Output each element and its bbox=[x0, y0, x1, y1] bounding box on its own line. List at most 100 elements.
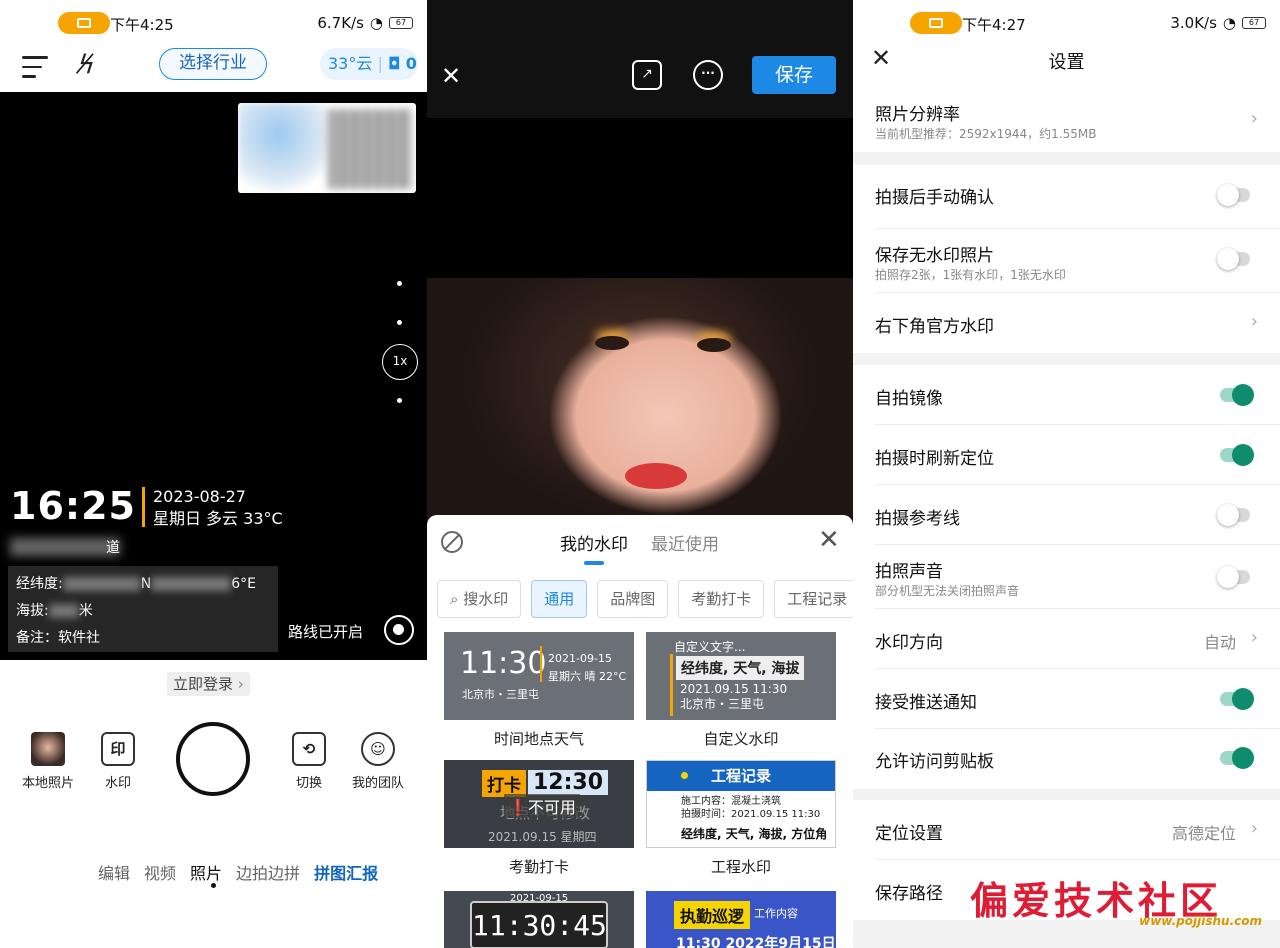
toggle-switch[interactable] bbox=[1217, 248, 1250, 270]
no-watermark-icon[interactable] bbox=[441, 531, 463, 553]
mode-video[interactable]: 视频 bbox=[144, 860, 176, 884]
note-text: 备注：软件社 bbox=[16, 630, 100, 646]
chip-general[interactable]: 通用 bbox=[531, 580, 588, 618]
address-suffix: 道 bbox=[106, 540, 120, 556]
close-sheet-icon[interactable]: ✕ bbox=[818, 525, 840, 555]
camera-screen: 下午4:25 6.7K/s ◔ 67 ϟ̸ 选择行业 33°云 | ◘ 0 1x… bbox=[0, 0, 427, 948]
latlng-suffix: 6°E bbox=[231, 576, 256, 592]
card-caption: 时间地点天气 bbox=[493, 730, 584, 748]
unavailable-badge: ❗不可用 bbox=[504, 794, 580, 818]
setting-photo-resolution[interactable]: 照片分辨率 当前机型推荐：2592x1944，约1.55MB › bbox=[853, 88, 1280, 152]
weather-chip[interactable]: 33°云 | ◘ 0 bbox=[320, 48, 418, 80]
battery-icon: 67 bbox=[1242, 17, 1266, 29]
page-title: 设置 bbox=[1048, 52, 1085, 73]
local-photos-button[interactable]: 本地照片 bbox=[13, 732, 83, 791]
setting-grid-lines[interactable]: 拍摄参考线 bbox=[853, 485, 1280, 545]
camera-count-icon: ◘ bbox=[387, 54, 401, 73]
photo-thumbnail bbox=[31, 732, 65, 766]
zoom-button[interactable]: 1x bbox=[382, 344, 418, 380]
tab-indicator bbox=[584, 561, 604, 565]
camera-indicator-icon bbox=[910, 12, 962, 34]
watermark-card[interactable]: 执勤巡逻 工作内容 11:30 2022年9月15日 bbox=[646, 891, 836, 948]
watermark-sheet: 我的水印 最近使用 ✕ ⌕ 搜水印 通用 品牌图 考勤打卡 工程记录 11:30… bbox=[427, 515, 853, 948]
altitude-label: 海拔: bbox=[16, 603, 49, 619]
status-bar: 下午4:25 6.7K/s ◔ 67 bbox=[0, 0, 427, 44]
chip-engineering[interactable]: 工程记录 bbox=[774, 580, 853, 618]
switch-camera-button[interactable]: ⟲ 切换 bbox=[274, 732, 344, 791]
watermark-button[interactable]: 印水印 bbox=[83, 732, 153, 791]
wifi-icon: ◔ bbox=[369, 14, 383, 32]
locate-icon[interactable] bbox=[384, 615, 414, 645]
close-icon[interactable]: ✕ bbox=[441, 62, 461, 90]
route-status[interactable]: 路线已开启 bbox=[288, 621, 363, 642]
category-chips: ⌕ 搜水印 通用 品牌图 考勤打卡 工程记录 bbox=[437, 580, 853, 618]
shutter-button[interactable] bbox=[176, 722, 250, 796]
setting-shutter-sound[interactable]: 拍照声音 部分机型无法关闭拍照声音 bbox=[853, 545, 1280, 609]
warning-icon: ❗ bbox=[508, 798, 528, 817]
watermark-card[interactable]: 工程记录 施工内容：混凝土浇筑 拍摄时间：2021.09.15 11:30 经纬度… bbox=[646, 760, 836, 877]
setting-save-no-watermark[interactable]: 保存无水印照片 拍照存2张，1张有水印，1张无水印 bbox=[853, 229, 1280, 293]
qr-code-badge[interactable] bbox=[238, 103, 416, 193]
tab-recent[interactable]: 最近使用 bbox=[651, 530, 719, 555]
setting-push-notifications[interactable]: 接受推送通知 bbox=[853, 669, 1280, 729]
setting-official-watermark[interactable]: 右下角官方水印 › bbox=[853, 293, 1280, 353]
more-icon[interactable]: ··· bbox=[693, 60, 723, 90]
mode-collage-report[interactable]: 拼图汇报 bbox=[314, 860, 378, 884]
mode-photo[interactable]: 照片 bbox=[190, 860, 222, 884]
mode-tabs: 编辑 视频 照片 边拍边拼 拼图汇报 bbox=[98, 860, 378, 884]
toggle-switch[interactable] bbox=[1217, 566, 1250, 588]
flash-off-icon[interactable]: ϟ̸ bbox=[78, 50, 95, 80]
zoom-dot bbox=[397, 281, 402, 286]
watermark-card[interactable]: 自定义文字... 经纬度, 天气, 海拔 2021.09.15 11:30 北京市… bbox=[646, 632, 836, 749]
watermark-weather: 星期日 多云 33°C bbox=[152, 509, 283, 528]
active-mode-dot bbox=[211, 883, 216, 888]
camera-viewfinder[interactable]: 1x 16:25 2023-08-27 星期日 多云 33°C 道 经纬度: N 6°E… bbox=[0, 92, 427, 660]
settings-screen: 下午4:27 3.0K/s ◔ 67 ✕ 设置 照片分辨率 当前机型推荐：259… bbox=[853, 0, 1280, 948]
toggle-switch[interactable] bbox=[1220, 747, 1254, 769]
settings-header: ✕ 设置 bbox=[853, 36, 1280, 88]
share-icon[interactable]: ↗ bbox=[632, 60, 662, 90]
mode-edit[interactable]: 编辑 bbox=[98, 860, 130, 884]
setting-refresh-location[interactable]: 拍摄时刷新定位 bbox=[853, 425, 1280, 485]
toggle-switch[interactable] bbox=[1220, 688, 1254, 710]
setting-clipboard-access[interactable]: 允许访问剪贴板 bbox=[853, 729, 1280, 789]
toggle-switch[interactable] bbox=[1220, 384, 1254, 406]
toggle-switch[interactable] bbox=[1217, 504, 1250, 526]
chevron-right-icon: › bbox=[1250, 627, 1258, 648]
setting-manual-confirm[interactable]: 拍摄后手动确认 bbox=[853, 165, 1280, 229]
toggle-switch[interactable] bbox=[1220, 444, 1254, 466]
camera-toolbar: ϟ̸ 选择行业 33°云 | ◘ 0 bbox=[0, 44, 427, 92]
watermark-card[interactable]: 11:30 2021-09-15 星期六 晴 22°C 北京市・三里屯 时间地点天… bbox=[444, 632, 634, 749]
search-watermark-chip[interactable]: ⌕ 搜水印 bbox=[437, 580, 522, 618]
select-industry-button[interactable]: 选择行业 bbox=[159, 48, 267, 80]
watermark-info-box: 经纬度: N 6°E 海拔: 米 备注：软件社 bbox=[8, 566, 278, 652]
chip-brand[interactable]: 品牌图 bbox=[597, 580, 669, 618]
zoom-dot bbox=[397, 398, 402, 403]
menu-icon[interactable] bbox=[22, 56, 48, 78]
login-button[interactable]: 立即登录 › bbox=[167, 672, 250, 696]
watermark-overlay[interactable]: 16:25 2023-08-27 星期日 多云 33°C bbox=[10, 484, 283, 530]
mode-stitch[interactable]: 边拍边拼 bbox=[236, 860, 300, 884]
site-watermark-logo: 偏爱技术社区 www.pojjishu.com bbox=[970, 878, 1262, 928]
status-time: 下午4:25 bbox=[110, 16, 174, 34]
zoom-dot bbox=[397, 320, 402, 325]
chevron-right-icon: › bbox=[1250, 818, 1258, 839]
setting-location[interactable]: 定位设置 高德定位 › bbox=[853, 800, 1280, 860]
setting-watermark-direction[interactable]: 水印方向 自动 › bbox=[853, 609, 1280, 669]
battery-icon: 67 bbox=[389, 17, 413, 29]
save-button[interactable]: 保存 bbox=[752, 56, 836, 94]
tab-my-watermark[interactable]: 我的水印 bbox=[560, 530, 628, 555]
blurred-address bbox=[10, 538, 120, 556]
switch-camera-icon: ⟲ bbox=[292, 732, 326, 766]
watermark-card[interactable]: 2021-09-15 11:30:45 bbox=[444, 891, 634, 948]
setting-selfie-mirror[interactable]: 自拍镜像 bbox=[853, 365, 1280, 425]
watermark-card[interactable]: 打卡 12:30 地点不可修改 ❗不可用 2021.09.15 星期四 考勤打卡 bbox=[444, 760, 634, 877]
my-team-button[interactable]: ☺ 我的团队 bbox=[343, 732, 413, 791]
status-icons: 3.0K/s ◔ 67 bbox=[1170, 14, 1266, 32]
chip-attendance[interactable]: 考勤打卡 bbox=[678, 580, 765, 618]
weather-text: 33°云 bbox=[328, 54, 373, 73]
toggle-switch[interactable] bbox=[1217, 184, 1250, 206]
camera-indicator-icon bbox=[58, 12, 110, 34]
watermark-icon: 印 bbox=[101, 732, 135, 766]
editor-header: ✕ ↗ ··· 保存 bbox=[427, 0, 853, 118]
